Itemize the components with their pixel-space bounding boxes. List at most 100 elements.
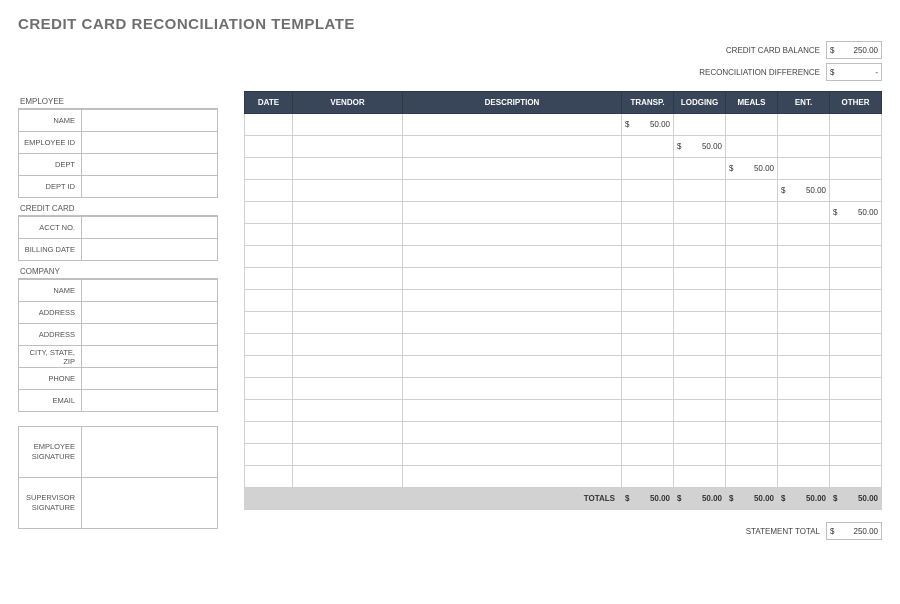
- grid-cell[interactable]: [293, 466, 403, 488]
- grid-cell-other[interactable]: $50.00: [830, 202, 882, 224]
- grid-cell-lodging[interactable]: [674, 378, 726, 400]
- grid-cell-ent[interactable]: [778, 158, 830, 180]
- grid-cell-lodging[interactable]: [674, 158, 726, 180]
- grid-cell[interactable]: [293, 400, 403, 422]
- grid-cell-transp[interactable]: [622, 334, 674, 356]
- grid-cell[interactable]: [403, 312, 622, 334]
- grid-cell-other[interactable]: [830, 444, 882, 466]
- grid-cell[interactable]: [403, 422, 622, 444]
- grid-cell-ent[interactable]: [778, 268, 830, 290]
- grid-cell[interactable]: [403, 290, 622, 312]
- grid-cell[interactable]: [245, 444, 293, 466]
- grid-cell-meals[interactable]: [726, 356, 778, 378]
- grid-cell-lodging[interactable]: [674, 422, 726, 444]
- grid-cell-meals[interactable]: [726, 180, 778, 202]
- grid-cell-lodging[interactable]: [674, 444, 726, 466]
- grid-cell-ent[interactable]: [778, 290, 830, 312]
- grid-cell[interactable]: [245, 246, 293, 268]
- grid-cell[interactable]: [245, 422, 293, 444]
- grid-cell-transp[interactable]: [622, 444, 674, 466]
- grid-cell-transp[interactable]: [622, 290, 674, 312]
- input-dept-id[interactable]: [82, 176, 218, 198]
- grid-cell[interactable]: [403, 268, 622, 290]
- grid-cell-meals[interactable]: [726, 444, 778, 466]
- grid-cell-lodging[interactable]: [674, 400, 726, 422]
- grid-cell-lodging[interactable]: [674, 224, 726, 246]
- grid-cell-lodging[interactable]: [674, 180, 726, 202]
- grid-cell[interactable]: [403, 180, 622, 202]
- grid-cell-lodging[interactable]: $50.00: [674, 136, 726, 158]
- grid-cell-ent[interactable]: [778, 334, 830, 356]
- grid-cell[interactable]: [245, 268, 293, 290]
- grid-cell-other[interactable]: [830, 378, 882, 400]
- grid-cell[interactable]: [245, 356, 293, 378]
- grid-cell-ent[interactable]: [778, 312, 830, 334]
- input-company-name[interactable]: [82, 280, 218, 302]
- grid-cell-transp[interactable]: [622, 312, 674, 334]
- grid-cell-ent[interactable]: [778, 378, 830, 400]
- input-acct-no[interactable]: [82, 217, 218, 239]
- grid-cell-lodging[interactable]: [674, 290, 726, 312]
- grid-cell[interactable]: [245, 202, 293, 224]
- grid-cell-meals[interactable]: [726, 202, 778, 224]
- grid-cell-ent[interactable]: [778, 202, 830, 224]
- grid-cell-other[interactable]: [830, 180, 882, 202]
- input-name[interactable]: [82, 110, 218, 132]
- input-billing-date[interactable]: [82, 239, 218, 261]
- grid-cell-transp[interactable]: [622, 246, 674, 268]
- grid-cell-meals[interactable]: [726, 114, 778, 136]
- grid-cell-ent[interactable]: $50.00: [778, 180, 830, 202]
- grid-cell-ent[interactable]: [778, 356, 830, 378]
- grid-cell[interactable]: [245, 224, 293, 246]
- grid-cell[interactable]: [293, 444, 403, 466]
- grid-cell-other[interactable]: [830, 268, 882, 290]
- grid-cell[interactable]: [293, 246, 403, 268]
- grid-cell-other[interactable]: [830, 136, 882, 158]
- grid-cell[interactable]: [293, 180, 403, 202]
- grid-cell-transp[interactable]: [622, 356, 674, 378]
- grid-cell-meals[interactable]: [726, 400, 778, 422]
- input-email[interactable]: [82, 390, 218, 412]
- grid-cell[interactable]: [293, 224, 403, 246]
- grid-cell-transp[interactable]: [622, 136, 674, 158]
- input-address2[interactable]: [82, 324, 218, 346]
- grid-cell-transp[interactable]: [622, 466, 674, 488]
- input-phone[interactable]: [82, 368, 218, 390]
- grid-cell[interactable]: [293, 356, 403, 378]
- grid-cell-meals[interactable]: [726, 334, 778, 356]
- grid-cell-transp[interactable]: [622, 268, 674, 290]
- grid-cell[interactable]: [403, 334, 622, 356]
- grid-cell[interactable]: [293, 422, 403, 444]
- grid-cell-lodging[interactable]: [674, 268, 726, 290]
- grid-cell-other[interactable]: [830, 466, 882, 488]
- input-csz[interactable]: [82, 346, 218, 368]
- grid-cell-other[interactable]: [830, 356, 882, 378]
- grid-cell-transp[interactable]: [622, 180, 674, 202]
- grid-cell-lodging[interactable]: [674, 356, 726, 378]
- grid-cell[interactable]: [293, 158, 403, 180]
- grid-cell[interactable]: [293, 114, 403, 136]
- grid-cell-meals[interactable]: [726, 422, 778, 444]
- employee-signature-area[interactable]: [82, 427, 217, 477]
- grid-cell[interactable]: [245, 312, 293, 334]
- grid-cell-other[interactable]: [830, 114, 882, 136]
- grid-cell[interactable]: [403, 444, 622, 466]
- grid-cell[interactable]: [403, 466, 622, 488]
- grid-cell-ent[interactable]: [778, 224, 830, 246]
- input-address1[interactable]: [82, 302, 218, 324]
- input-dept[interactable]: [82, 154, 218, 176]
- grid-cell[interactable]: [403, 136, 622, 158]
- grid-cell-ent[interactable]: [778, 114, 830, 136]
- grid-cell-meals[interactable]: [726, 290, 778, 312]
- grid-cell[interactable]: [293, 202, 403, 224]
- grid-cell-transp[interactable]: [622, 400, 674, 422]
- grid-cell[interactable]: [293, 334, 403, 356]
- grid-cell-ent[interactable]: [778, 136, 830, 158]
- grid-cell-transp[interactable]: [622, 422, 674, 444]
- grid-cell-meals[interactable]: [726, 224, 778, 246]
- grid-cell[interactable]: [403, 224, 622, 246]
- grid-cell-other[interactable]: [830, 422, 882, 444]
- grid-cell-ent[interactable]: [778, 444, 830, 466]
- grid-cell-lodging[interactable]: [674, 246, 726, 268]
- grid-cell[interactable]: [245, 290, 293, 312]
